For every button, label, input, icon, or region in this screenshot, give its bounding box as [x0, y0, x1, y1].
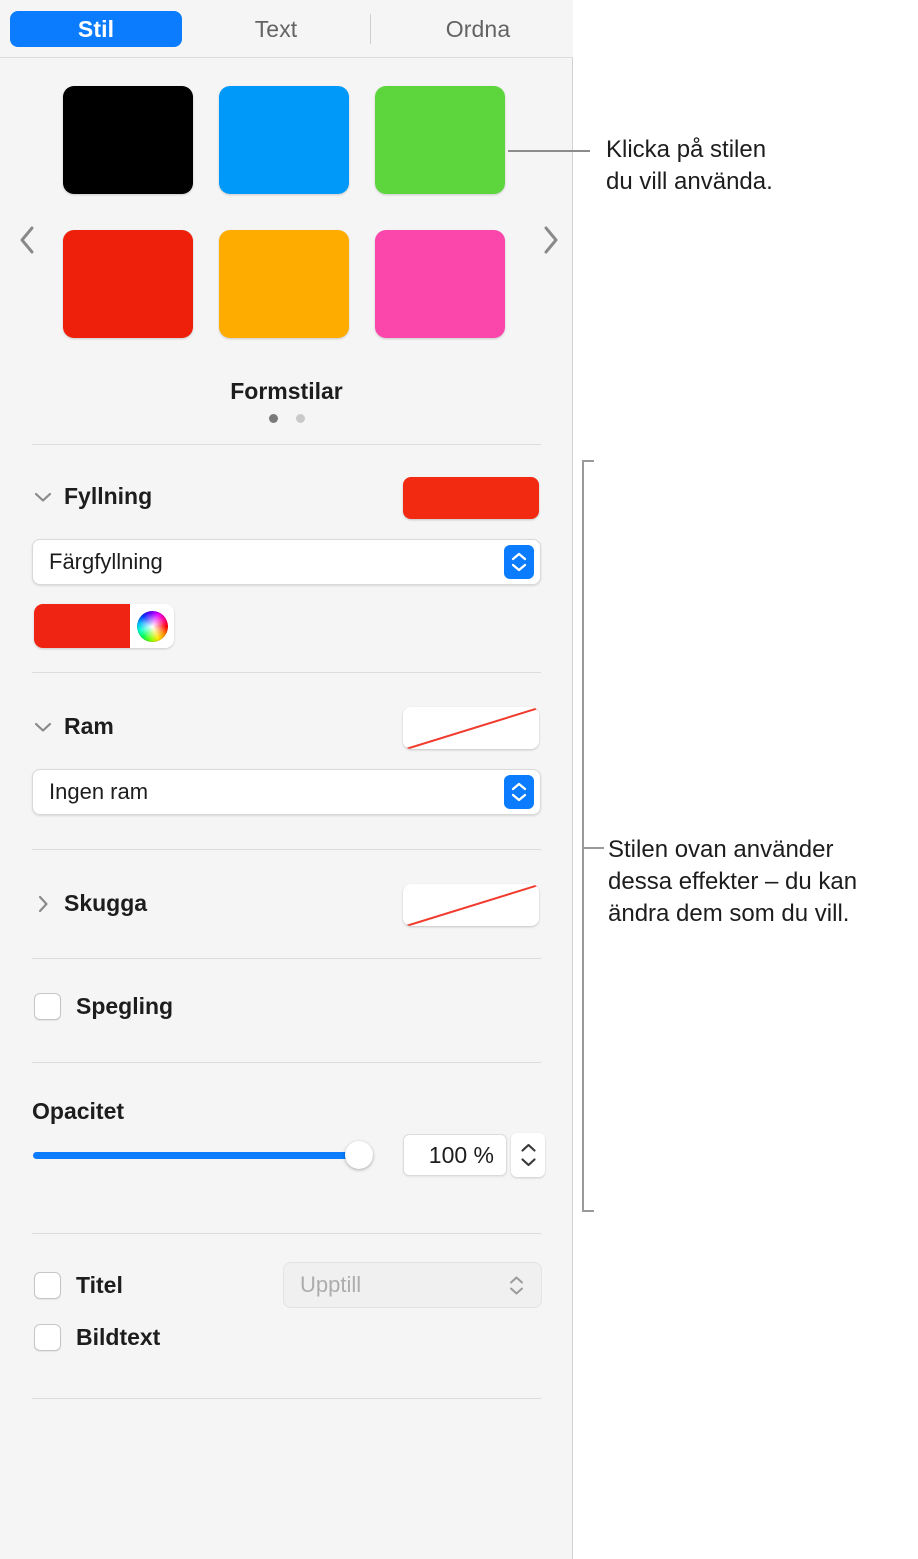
color-wheel-button[interactable]	[130, 604, 174, 648]
inspector-tabbar: Stil Text Ordna	[0, 0, 573, 58]
chevron-right-icon	[34, 895, 52, 913]
title-row[interactable]: Titel	[34, 1272, 123, 1299]
callout-bracket-effects	[582, 460, 594, 1212]
chevron-up-icon	[520, 1143, 536, 1152]
caption-checkbox[interactable]	[34, 1324, 61, 1351]
style-swatch-grid	[63, 86, 505, 338]
separator-below-opacity	[32, 1233, 541, 1234]
shape-styles-picker: Formstilar	[0, 58, 573, 433]
caption-row[interactable]: Bildtext	[34, 1324, 160, 1351]
chevron-right-icon	[544, 226, 558, 254]
chevron-down-icon	[34, 718, 52, 736]
fill-section-header[interactable]: Fyllning	[34, 483, 152, 510]
popup-chevrons-icon	[501, 1268, 531, 1302]
title-checkbox[interactable]	[34, 1272, 61, 1299]
fill-section-title: Fyllning	[64, 483, 153, 509]
title-position-value: Upptill	[300, 1272, 362, 1297]
style-picker-label: Formstilar	[230, 378, 343, 404]
style-swatch-orange[interactable]	[219, 230, 349, 338]
shadow-section-header[interactable]: Skugga	[34, 890, 147, 917]
separator-below-fill	[32, 672, 541, 673]
title-label: Titel	[76, 1272, 123, 1298]
style-swatch-pink[interactable]	[375, 230, 505, 338]
shadow-section-title: Skugga	[64, 890, 148, 916]
opacity-slider[interactable]	[33, 1141, 373, 1169]
fill-type-popup[interactable]: Färgfyllning	[32, 539, 541, 585]
page-dot-1[interactable]	[268, 414, 278, 423]
border-type-popup[interactable]: Ingen ram	[32, 769, 541, 815]
callout-text-styles: Klicka på stilen du vill använda.	[606, 136, 773, 195]
separator-below-picker	[32, 444, 541, 445]
separator-below-shadow	[32, 958, 541, 959]
style-swatch-red[interactable]	[63, 230, 193, 338]
separator-below-caption	[32, 1398, 541, 1399]
style-swatch-blue[interactable]	[219, 86, 349, 194]
styles-prev-button[interactable]	[10, 223, 44, 257]
border-type-value: Ingen ram	[49, 779, 149, 804]
fill-preview-swatch[interactable]	[403, 477, 539, 519]
callout-text-effects: Stilen ovan använder dessa effekter – du…	[608, 836, 858, 927]
opacity-stepper[interactable]	[511, 1133, 545, 1177]
border-preview-swatch[interactable]	[403, 707, 539, 749]
reflection-checkbox[interactable]	[34, 993, 61, 1020]
format-inspector-panel: Stil Text Ordna Formstilar Fyllning Färg…	[0, 0, 573, 1559]
style-swatch-green[interactable]	[375, 86, 505, 194]
shadow-preview-swatch[interactable]	[403, 884, 539, 926]
chevron-left-icon	[20, 226, 34, 254]
opacity-label: Opacitet	[32, 1098, 125, 1124]
reflection-label: Spegling	[76, 993, 174, 1019]
chevron-down-icon	[34, 488, 52, 506]
border-section-title: Ram	[64, 713, 114, 739]
opacity-slider-knob[interactable]	[345, 1141, 373, 1169]
title-position-popup[interactable]: Upptill	[283, 1262, 542, 1308]
tab-divider	[370, 13, 371, 44]
tab-stil[interactable]: Stil	[10, 10, 182, 47]
tab-ordna[interactable]: Ordna	[389, 11, 567, 47]
styles-next-button[interactable]	[534, 223, 568, 257]
opacity-value-field[interactable]: 100 %	[403, 1134, 507, 1176]
callout-bracket-stub	[582, 847, 604, 849]
chevron-down-icon	[520, 1158, 536, 1167]
fill-color-well[interactable]	[34, 604, 174, 648]
page-dot-2[interactable]	[295, 414, 305, 423]
border-section-header[interactable]: Ram	[34, 713, 114, 740]
callout-leader-line-styles	[508, 150, 590, 152]
style-swatch-black[interactable]	[63, 86, 193, 194]
reflection-row[interactable]: Spegling	[34, 993, 173, 1020]
caption-label: Bildtext	[76, 1324, 161, 1350]
inspector-screenshot: Stil Text Ordna Formstilar Fyllning Färg…	[0, 0, 918, 1559]
tab-text[interactable]: Text	[192, 11, 360, 47]
style-picker-pagination	[0, 414, 573, 423]
separator-below-border	[32, 849, 541, 850]
separator-below-reflection	[32, 1062, 541, 1063]
popup-chevrons-icon	[504, 545, 534, 579]
fill-color-swatch[interactable]	[34, 604, 130, 648]
popup-chevrons-icon	[504, 775, 534, 809]
opacity-slider-track	[33, 1152, 373, 1159]
fill-type-value: Färgfyllning	[49, 549, 163, 574]
color-wheel-icon	[136, 610, 168, 642]
